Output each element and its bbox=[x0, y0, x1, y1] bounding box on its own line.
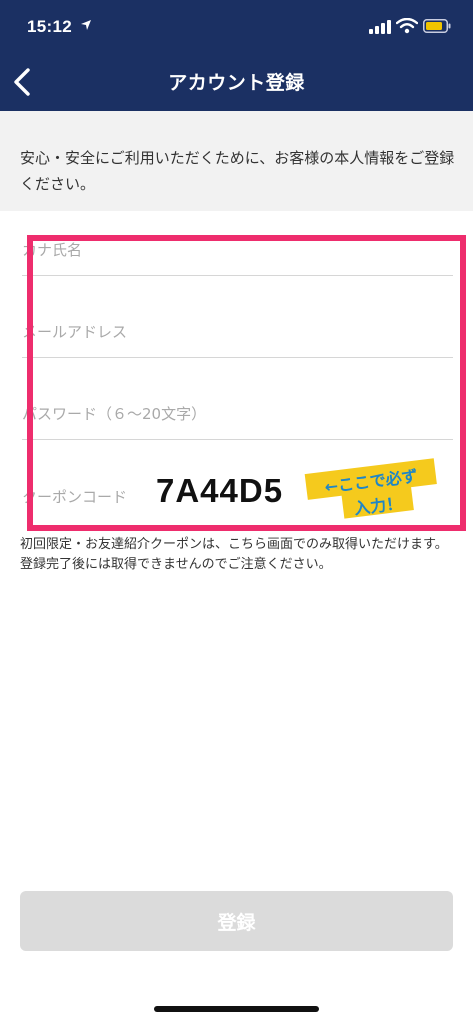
location-arrow-icon bbox=[81, 20, 91, 30]
email-field bbox=[22, 307, 453, 358]
page-title: アカウント登録 bbox=[168, 72, 305, 94]
wifi-icon bbox=[396, 18, 418, 34]
kana-name-field bbox=[22, 225, 453, 276]
coupon-code-annotation: 7A44D5 bbox=[156, 472, 284, 509]
register-button[interactable]: 登録 bbox=[20, 891, 453, 951]
app-header: 15:12 アカウント登録 bbox=[0, 0, 473, 111]
intro-text: 安心・安全にご利用いただくために、お客様の本人情報をご登録ください。 bbox=[20, 149, 455, 193]
signal-bars-icon bbox=[369, 20, 391, 34]
status-time: 15:12 bbox=[27, 17, 72, 36]
password-field bbox=[22, 389, 453, 440]
intro-section: 安心・安全にご利用いただくために、お客様の本人情報をご登録ください。 bbox=[0, 111, 473, 211]
password-input[interactable] bbox=[22, 399, 442, 429]
battery-icon bbox=[423, 19, 451, 33]
kana-name-input[interactable] bbox=[22, 235, 442, 265]
email-input[interactable] bbox=[22, 317, 442, 347]
home-indicator[interactable] bbox=[154, 1006, 319, 1012]
coupon-notice-text: 初回限定・お友達紹介クーポンは、こちら画面でのみ取得いただけます。登録完了後には… bbox=[20, 537, 448, 572]
